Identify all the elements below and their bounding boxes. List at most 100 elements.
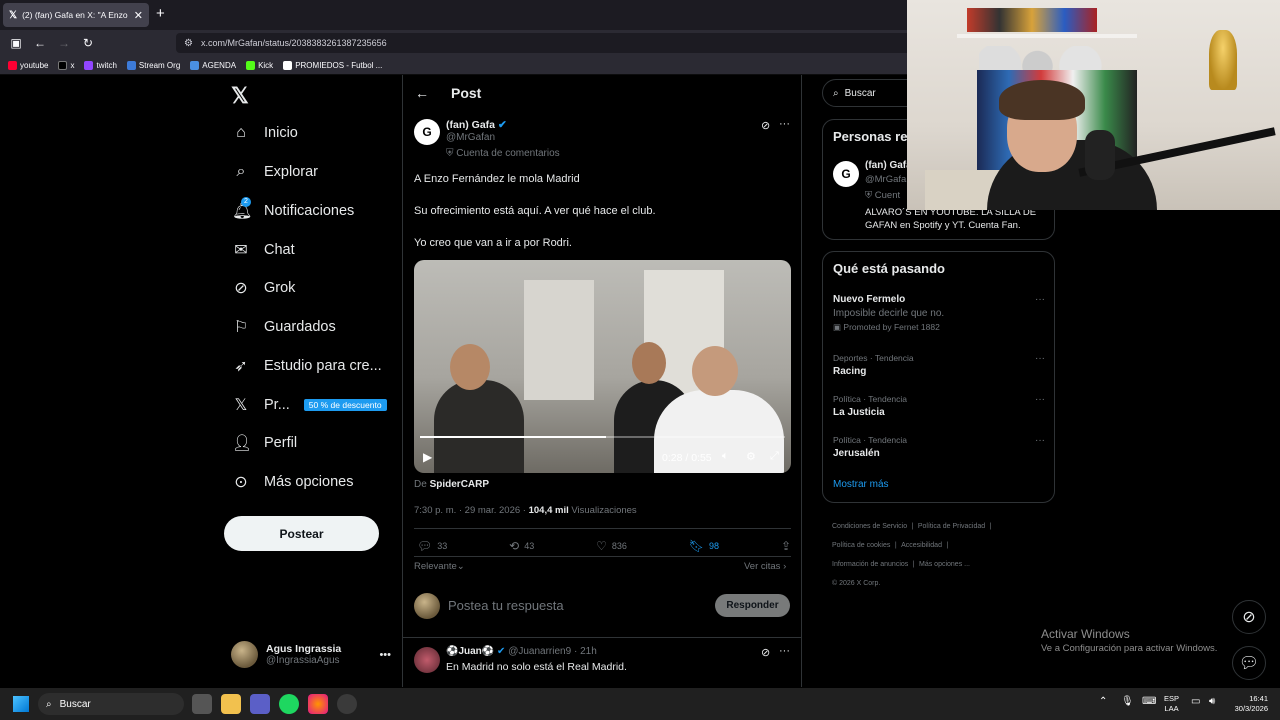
settings-icon[interactable]: ⚙ xyxy=(746,450,756,463)
new-tab-icon[interactable]: + xyxy=(156,5,165,22)
author-handle[interactable]: @MrGafan xyxy=(446,132,495,143)
footer-link[interactable]: Condiciones de Servicio xyxy=(832,523,907,530)
reply-handle[interactable]: @Juanarrien9 xyxy=(508,646,571,657)
fullscreen-icon[interactable]: ⤢ xyxy=(770,450,779,463)
view-quotes-link[interactable]: Ver citas › xyxy=(744,561,786,572)
more-icon[interactable]: ••• xyxy=(379,649,391,661)
nav-item-guardados[interactable]: ⚐ Guardados xyxy=(232,315,336,339)
back-icon[interactable]: ← xyxy=(28,36,52,50)
microphone-icon[interactable]: 🎙︎ xyxy=(1121,696,1134,707)
reply-submit-button[interactable]: Responder xyxy=(715,594,790,617)
account-switcher[interactable]: Agus Ingrassia @IngrassiaAgus ••• xyxy=(231,641,391,668)
bookmark-kick[interactable]: Kick xyxy=(246,60,273,70)
trend-item[interactable]: Nuevo Fermelo Imposible decirle que no. … xyxy=(833,294,1045,333)
share-button[interactable]: ⇪ xyxy=(781,539,791,553)
nav-label: Grok xyxy=(264,280,296,296)
spotify-icon[interactable] xyxy=(279,694,299,714)
volume-icon[interactable]: 🔊︎ xyxy=(1209,696,1215,707)
video-player[interactable]: ▶ 0:28 / 0:55 🔈︎ ⚙ ⤢ xyxy=(414,260,791,473)
grok-float-icon[interactable]: ⊘ xyxy=(1232,600,1266,634)
nav-item-chat[interactable]: ✉ Chat xyxy=(232,238,294,262)
show-more-link[interactable]: Mostrar más xyxy=(833,479,889,490)
footer-link[interactable]: Accesibilidad xyxy=(901,542,942,549)
obs-icon[interactable] xyxy=(337,694,357,714)
repost-button[interactable]: ⟲ 43 xyxy=(509,539,534,553)
nav-item-inicio[interactable]: ⌂ Inicio xyxy=(232,121,298,145)
clock[interactable]: 16:41 30/3/2026 xyxy=(1228,694,1268,714)
keyboard-icon[interactable]: ⌨ xyxy=(1142,696,1156,707)
play-icon[interactable]: ▶ xyxy=(423,450,432,464)
bookmark-twitch[interactable]: twitch xyxy=(84,60,117,70)
video-time: 0:28 / 0:55 xyxy=(662,452,712,464)
more-icon[interactable]: ··· xyxy=(1035,294,1045,305)
url-bar[interactable]: ⚙ x.com/MrGafan/status/20383832613872356… xyxy=(176,33,916,53)
grok-icon[interactable]: ⊘ xyxy=(761,119,770,132)
timestamp[interactable]: 7:30 p. m. · 29 mar. 2026 · xyxy=(414,505,526,516)
more-icon[interactable]: ··· xyxy=(1035,353,1045,364)
nav-item-grok[interactable]: ⊘ Grok xyxy=(232,276,295,300)
video-progress-track[interactable] xyxy=(420,436,785,438)
avatar[interactable]: G xyxy=(414,119,440,145)
close-tab-icon[interactable]: ✕ xyxy=(134,9,143,22)
more-icon[interactable]: ··· xyxy=(779,118,790,130)
x-icon xyxy=(58,60,68,70)
network-icon[interactable]: ▭ xyxy=(1191,696,1200,707)
more-icon[interactable]: ··· xyxy=(779,645,790,657)
footer-link[interactable]: Más opciones ... xyxy=(919,561,970,568)
footer-link[interactable]: Política de cookies xyxy=(832,542,890,549)
reply-input[interactable]: Postea tu respuesta xyxy=(448,598,564,613)
reply-time[interactable]: 21h xyxy=(580,646,597,657)
more-icon[interactable]: ··· xyxy=(1035,435,1045,446)
trend-item[interactable]: Política · Tendencia La Justicia ··· xyxy=(833,394,1045,418)
nav-item-estudio[interactable]: ➶ Estudio para cre... xyxy=(232,354,381,378)
footer-link[interactable]: Política de Privacidad xyxy=(918,523,985,530)
back-arrow-icon[interactable]: ← xyxy=(415,85,429,101)
trend-item[interactable]: Política · Tendencia Jerusalén ··· xyxy=(833,435,1045,459)
trend-item[interactable]: Deportes · Tendencia Racing ··· xyxy=(833,353,1045,377)
avatar[interactable]: G xyxy=(833,161,859,187)
source-user[interactable]: SpiderCARP xyxy=(430,479,489,490)
avatar[interactable] xyxy=(414,647,440,673)
bookmark-x[interactable]: x xyxy=(58,60,74,70)
task-view-icon[interactable] xyxy=(192,694,212,714)
bookmark-button[interactable]: 🔖︎ 98 xyxy=(689,539,719,553)
firefox-icon[interactable] xyxy=(308,694,328,714)
like-button[interactable]: ♡ 836 xyxy=(596,539,627,553)
more-icon[interactable]: ··· xyxy=(1035,394,1045,405)
teams-icon[interactable] xyxy=(250,694,270,714)
forward-icon[interactable]: → xyxy=(52,36,76,50)
chevron-up-icon[interactable]: ⌃ xyxy=(1099,696,1107,707)
bookmark-agenda[interactable]: AGENDA xyxy=(190,60,236,70)
reply-author[interactable]: Juan xyxy=(458,646,481,657)
x-logo-icon[interactable]: 𝕏 xyxy=(231,83,249,109)
nav-item-mas-opciones[interactable]: ⊙ Más opciones xyxy=(232,470,353,494)
sort-dropdown[interactable]: Relevante⌄ xyxy=(414,561,465,572)
file-explorer-icon[interactable] xyxy=(221,694,241,714)
post-text: Su ofrecimiento está aquí. A ver qué hac… xyxy=(414,205,656,217)
browser-tab[interactable]: 𝕏 (2) (fan) Gafa en X: "A Enzo Fern ✕ xyxy=(3,3,149,27)
post-button[interactable]: Postear xyxy=(224,516,379,551)
nav-item-perfil[interactable]: 👤︎ Perfil xyxy=(232,431,297,455)
bookmark-youtube[interactable]: youtube xyxy=(8,60,49,70)
bookmark-label: youtube xyxy=(20,60,49,70)
trend-title: La Justicia xyxy=(833,407,885,418)
sidebar-toggle-icon[interactable]: ▣ xyxy=(4,36,28,50)
bookmark-promiedos[interactable]: PROMIEDOS - Futbol ... xyxy=(283,60,382,70)
footer-link[interactable]: Información de anuncios xyxy=(832,561,908,568)
site-info-icon[interactable]: ⚙ xyxy=(184,38,193,49)
reply-button[interactable]: 💬︎ 33 xyxy=(417,539,447,553)
author-name[interactable]: (fan) Gafa ✔ xyxy=(446,119,507,131)
windows-start-icon[interactable] xyxy=(13,696,29,712)
volume-icon[interactable]: 🔈︎ xyxy=(722,450,729,463)
taskbar-search[interactable]: ⌕ Buscar xyxy=(38,693,184,715)
nav-item-explorar[interactable]: ⌕ Explorar xyxy=(232,160,318,184)
reload-icon[interactable]: ↻ xyxy=(76,36,100,50)
messages-float-icon[interactable]: 💬︎ xyxy=(1232,646,1266,680)
nav-item-notificaciones[interactable]: 🔔︎ 2 Notificaciones xyxy=(232,197,354,223)
person-name[interactable]: (fan) Gafa xyxy=(865,160,912,171)
language-indicator[interactable]: ESP LAA xyxy=(1164,694,1179,714)
bookmark-stream-org[interactable]: Stream Org xyxy=(126,60,180,70)
grok-icon[interactable]: ⊘ xyxy=(761,646,770,659)
nav-item-premium[interactable]: 𝕏 Pr... 50 % de descuento xyxy=(232,393,387,417)
like-count: 836 xyxy=(611,541,627,551)
